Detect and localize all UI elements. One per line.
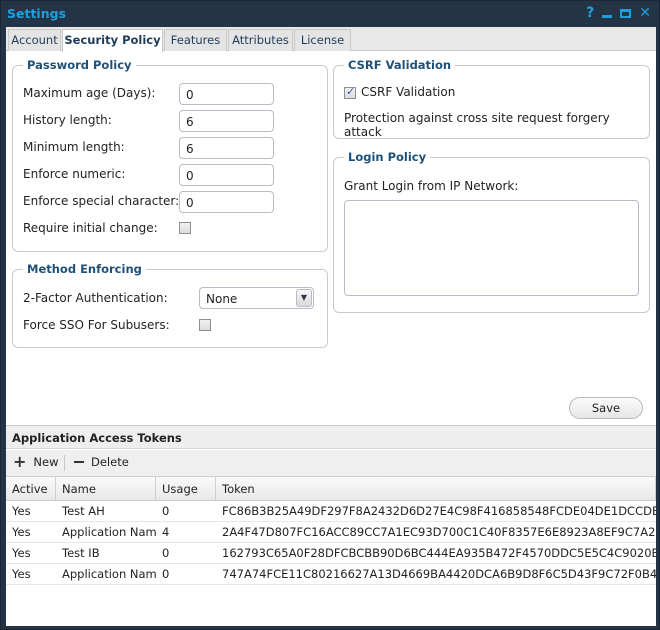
tab-features[interactable]: Features [164,29,227,51]
tokens-toolbar: + New Delete [6,450,656,477]
tokens-section-title: Application Access Tokens [6,425,656,449]
token-usage-cell: 4 [162,525,170,539]
two-factor-selected-value: None [206,292,238,306]
token-name-cell: Application Nam... [62,567,156,581]
tab-attributes[interactable]: Attributes [228,29,293,51]
token-name-cell: Application Name [62,525,156,539]
token-usage-cell: 0 [162,546,170,560]
grant-login-ip-label: Grant Login from IP Network: [344,179,519,193]
two-factor-label: 2-Factor Authentication: [23,291,168,305]
enforce-numeric-input[interactable]: 0 [179,164,274,186]
force-sso-label: Force SSO For Subusers: [23,318,170,332]
token-row[interactable]: Yes Test IB 0 162793C65A0F28DFCBCBB90D6B… [6,543,656,564]
minus-icon [74,461,84,463]
require-initial-change-checkbox[interactable] [179,222,191,234]
maximize-icon[interactable] [620,8,632,18]
login-policy-group: Login Policy Grant Login from IP Network… [333,150,650,313]
csrf-validation-legend: CSRF Validation [344,58,456,72]
token-row[interactable]: Yes Application Name 4 2A4F47D807FC16ACC… [6,522,656,543]
toolbar-divider [64,455,65,471]
csrf-description: Protection against cross site request fo… [344,111,610,139]
token-name-cell: Test IB [62,546,100,560]
chevron-down-icon[interactable]: ▼ [296,289,312,307]
csrf-validation-checkbox[interactable] [344,85,356,99]
enforce-special-character-label: Enforce special character: [23,194,180,208]
password-policy-group: Password Policy Maximum age (Days): 0 Hi… [12,58,328,252]
token-value-cell: 162793C65A0F28DFCBCBB90D6BC444EA935B472F… [222,546,656,560]
two-factor-select[interactable]: None ▼ [199,287,314,309]
method-enforcing-group: Method Enforcing 2-Factor Authentication… [12,262,328,348]
column-header-active[interactable]: Active [6,477,56,501]
grant-login-ip-textarea[interactable] [344,200,639,296]
delete-token-label: Delete [91,455,129,469]
token-usage-cell: 0 [162,504,170,518]
token-active-cell: Yes [12,504,31,518]
max-age-label: Maximum age (Days): [23,86,156,100]
max-age-input[interactable]: 0 [179,83,274,105]
token-value-cell: 747A74FCE11C80216627A13D4669BA4420DCA6B9… [222,567,656,581]
column-header-usage[interactable]: Usage [156,477,216,501]
method-enforcing-legend: Method Enforcing [23,262,146,276]
token-active-cell: Yes [12,567,31,581]
window-title: Settings [7,6,67,21]
history-length-label: History length: [23,113,112,127]
column-header-name[interactable]: Name [56,477,156,501]
tab-security-policy[interactable]: Security Policy [62,29,163,52]
delete-token-button[interactable]: Delete [74,455,129,469]
token-value-cell: FC86B3B25A49DF297F8A2432D6D27E4C98F41685… [222,504,656,518]
token-row[interactable]: Yes Test AH 0 FC86B3B25A49DF297F8A2432D6… [6,501,656,522]
tab-bar: Account Security Policy Features Attribu… [6,27,656,52]
minimum-length-input[interactable]: 6 [179,137,274,159]
token-usage-cell: 0 [162,567,170,581]
save-button[interactable]: Save [569,397,643,419]
tab-account[interactable]: Account [8,29,61,51]
settings-window: Settings ? ✕ Account Security Policy Fea… [0,0,660,630]
login-policy-legend: Login Policy [344,150,431,164]
enforce-numeric-label: Enforce numeric: [23,167,126,181]
token-value-cell: 2A4F47D807FC16ACC89CC7A1EC93D700C1C40F83… [222,525,656,539]
minimize-icon[interactable] [602,14,613,18]
csrf-validation-group: CSRF Validation CSRF Validation Protecti… [333,58,650,139]
title-bar[interactable]: Settings ? ✕ [1,1,659,27]
new-token-label: New [33,455,59,469]
force-sso-checkbox[interactable] [199,319,211,331]
column-header-token[interactable]: Token [216,477,656,501]
token-active-cell: Yes [12,546,31,560]
password-policy-legend: Password Policy [23,58,136,72]
minimum-length-label: Minimum length: [23,140,125,154]
settings-content: Account Security Policy Features Attribu… [6,27,656,626]
token-row[interactable]: Yes Application Nam... 0 747A74FCE11C802… [6,564,656,585]
help-icon[interactable]: ? [586,5,594,21]
new-token-button[interactable]: + New [13,452,59,471]
token-name-cell: Test AH [62,504,105,518]
tab-license[interactable]: License [294,29,351,51]
token-active-cell: Yes [12,525,31,539]
plus-icon: + [13,452,27,471]
history-length-input[interactable]: 6 [179,110,274,132]
csrf-validation-checkbox-label[interactable]: CSRF Validation [361,85,455,99]
close-icon[interactable]: ✕ [639,5,651,21]
enforce-special-character-input[interactable]: 0 [179,191,274,213]
tokens-grid-header: Active Name Usage Token [6,477,656,501]
require-initial-change-label: Require initial change: [23,221,158,235]
window-controls: ? ✕ [586,5,651,21]
